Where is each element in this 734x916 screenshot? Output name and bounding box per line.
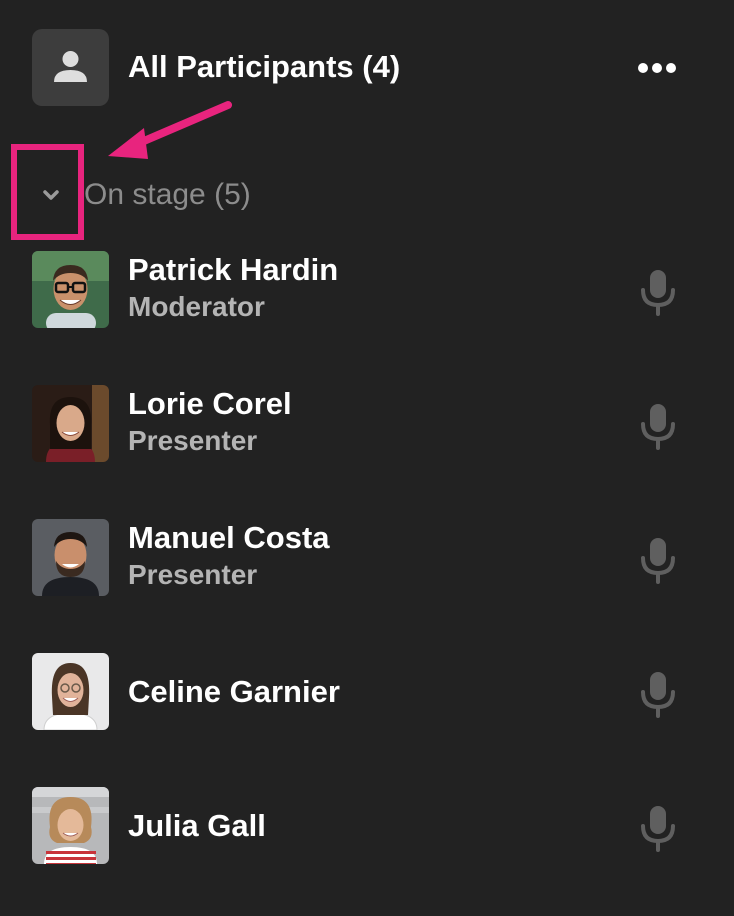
microphone-icon[interactable] xyxy=(638,670,678,718)
participant-role: Presenter xyxy=(128,425,258,456)
more-horizontal-icon xyxy=(638,63,676,73)
avatar xyxy=(32,787,109,864)
annotation-highlight-box xyxy=(11,144,84,240)
avatar xyxy=(32,251,109,328)
participant-name: Manuel Costa xyxy=(128,520,330,555)
microphone-icon[interactable] xyxy=(638,268,678,316)
microphone-icon[interactable] xyxy=(638,536,678,584)
participant-role: Presenter xyxy=(128,559,258,590)
participant-row[interactable]: Patrick Hardin Moderator xyxy=(0,246,734,380)
participant-name: Celine Garnier xyxy=(128,674,340,709)
participant-row[interactable]: Manuel Costa Presenter xyxy=(0,514,734,648)
participant-role: Moderator xyxy=(128,291,265,322)
user-icon xyxy=(32,29,109,106)
avatar xyxy=(32,653,109,730)
participant-row[interactable]: Celine Garnier xyxy=(0,648,734,782)
participant-row[interactable]: Julia Gall xyxy=(0,782,734,916)
participant-list: Patrick Hardin Moderator Lorie Corel Pre… xyxy=(0,246,734,916)
more-options-button[interactable] xyxy=(628,50,686,86)
microphone-icon[interactable] xyxy=(638,804,678,852)
avatar xyxy=(32,519,109,596)
microphone-icon[interactable] xyxy=(638,402,678,450)
participant-row[interactable]: Lorie Corel Presenter xyxy=(0,380,734,514)
annotation-arrow xyxy=(100,95,240,165)
participant-name: Patrick Hardin xyxy=(128,252,339,287)
section-title: On stage (5) xyxy=(84,178,251,211)
avatar xyxy=(32,385,109,462)
participant-name: Julia Gall xyxy=(128,808,266,843)
on-stage-section-toggle[interactable]: On stage (5) xyxy=(0,160,734,230)
page-title: All Participants (4) xyxy=(128,49,401,84)
participant-name: Lorie Corel xyxy=(128,386,292,421)
